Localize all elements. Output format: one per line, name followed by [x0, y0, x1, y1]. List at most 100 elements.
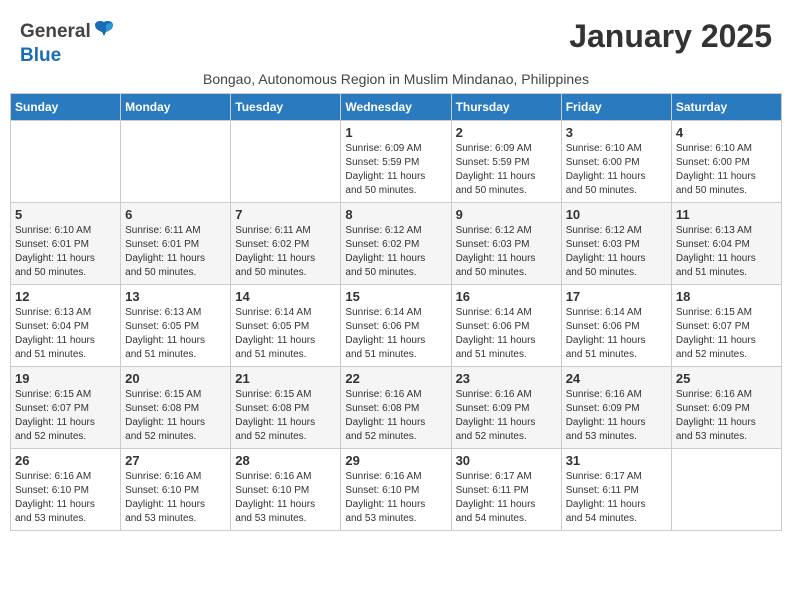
day-number: 1	[345, 125, 446, 140]
week-row-5: 26 Sunrise: 6:16 AMSunset: 6:10 PMDayligh…	[11, 449, 782, 531]
calendar-cell: 21 Sunrise: 6:15 AMSunset: 6:08 PMDayligh…	[231, 367, 341, 449]
day-number: 22	[345, 371, 446, 386]
calendar-cell: 15Sunrise: 6:14 AMSunset: 6:06 PMDayligh…	[341, 285, 451, 367]
day-number: 5	[15, 207, 116, 222]
day-info: Sunrise: 6:14 AMSunset: 6:06 PMDaylight:…	[566, 306, 667, 362]
day-number: 21	[235, 371, 336, 386]
calendar-cell: 2 Sunrise: 6:09 AMSunset: 5:59 PMDaylight…	[451, 121, 561, 203]
calendar-cell: 16Sunrise: 6:14 AMSunset: 6:06 PMDayligh…	[451, 285, 561, 367]
day-info: Sunrise: 6:13 AMSunset: 6:04 PMDaylight:…	[15, 306, 116, 362]
calendar-cell: 8 Sunrise: 6:12 AMSunset: 6:02 PMDaylight…	[341, 203, 451, 285]
day-header-sunday: Sunday	[11, 94, 121, 121]
week-row-1: 1 Sunrise: 6:09 AMSunset: 5:59 PMDaylight…	[11, 121, 782, 203]
day-info: Sunrise: 6:16 AMSunset: 6:10 PMDaylight:…	[15, 470, 116, 526]
day-number: 23	[456, 371, 557, 386]
calendar-cell: 22Sunrise: 6:16 AMSunset: 6:08 PMDayligh…	[341, 367, 451, 449]
day-info: Sunrise: 6:10 AMSunset: 6:00 PMDaylight:…	[566, 142, 667, 198]
logo-blue: Blue	[20, 45, 61, 66]
days-row: SundayMondayTuesdayWednesdayThursdayFrid…	[11, 94, 782, 121]
day-info: Sunrise: 6:15 AMSunset: 6:08 PMDaylight:…	[235, 388, 336, 444]
calendar-cell: 4Sunrise: 6:10 AMSunset: 6:00 PMDaylight…	[671, 121, 781, 203]
day-header-friday: Friday	[561, 94, 671, 121]
day-number: 14	[235, 289, 336, 304]
calendar-cell: 23 Sunrise: 6:16 AMSunset: 6:09 PMDayligh…	[451, 367, 561, 449]
day-header-saturday: Saturday	[671, 94, 781, 121]
day-number: 3	[566, 125, 667, 140]
day-number: 8	[345, 207, 446, 222]
day-info: Sunrise: 6:12 AMSunset: 6:03 PMDaylight:…	[566, 224, 667, 280]
day-number: 25	[676, 371, 777, 386]
week-row-4: 19 Sunrise: 6:15 AMSunset: 6:07 PMDayligh…	[11, 367, 782, 449]
day-number: 4	[676, 125, 777, 140]
day-info: Sunrise: 6:13 AMSunset: 6:05 PMDaylight:…	[125, 306, 226, 362]
calendar-cell: 13 Sunrise: 6:13 AMSunset: 6:05 PMDayligh…	[121, 285, 231, 367]
day-number: 30	[456, 453, 557, 468]
day-number: 26	[15, 453, 116, 468]
day-info: Sunrise: 6:15 AMSunset: 6:07 PMDaylight:…	[15, 388, 116, 444]
calendar-cell: 1 Sunrise: 6:09 AMSunset: 5:59 PMDaylight…	[341, 121, 451, 203]
day-info: Sunrise: 6:17 AMSunset: 6:11 PMDaylight:…	[456, 470, 557, 526]
day-info: Sunrise: 6:14 AMSunset: 6:05 PMDaylight:…	[235, 306, 336, 362]
calendar-cell: 19 Sunrise: 6:15 AMSunset: 6:07 PMDayligh…	[11, 367, 121, 449]
day-info: Sunrise: 6:15 AMSunset: 6:08 PMDaylight:…	[125, 388, 226, 444]
calendar-cell: 24Sunrise: 6:16 AMSunset: 6:09 PMDayligh…	[561, 367, 671, 449]
day-info: Sunrise: 6:10 AMSunset: 6:01 PMDaylight:…	[15, 224, 116, 280]
calendar-cell: 25 Sunrise: 6:16 AMSunset: 6:09 PMDayligh…	[671, 367, 781, 449]
calendar-cell: 17 Sunrise: 6:14 AMSunset: 6:06 PMDayligh…	[561, 285, 671, 367]
calendar-cell: 3 Sunrise: 6:10 AMSunset: 6:00 PMDaylight…	[561, 121, 671, 203]
day-number: 24	[566, 371, 667, 386]
calendar-cell: 6Sunrise: 6:11 AMSunset: 6:01 PMDaylight…	[121, 203, 231, 285]
calendar-cell: 11Sunrise: 6:13 AMSunset: 6:04 PMDayligh…	[671, 203, 781, 285]
calendar-cell: 14 Sunrise: 6:14 AMSunset: 6:05 PMDayligh…	[231, 285, 341, 367]
calendar-cell: 29 Sunrise: 6:16 AMSunset: 6:10 PMDayligh…	[341, 449, 451, 531]
title-section: January 2025	[569, 18, 772, 55]
day-info: Sunrise: 6:17 AMSunset: 6:11 PMDaylight:…	[566, 470, 667, 526]
calendar-body: 1 Sunrise: 6:09 AMSunset: 5:59 PMDaylight…	[11, 121, 782, 531]
calendar-cell: 27Sunrise: 6:16 AMSunset: 6:10 PMDayligh…	[121, 449, 231, 531]
day-number: 11	[676, 207, 777, 222]
calendar-subtitle: Bongao, Autonomous Region in Muslim Mind…	[10, 71, 782, 87]
day-number: 29	[345, 453, 446, 468]
day-header-monday: Monday	[121, 94, 231, 121]
logo: General Blue	[20, 18, 115, 67]
day-number: 31	[566, 453, 667, 468]
day-info: Sunrise: 6:16 AMSunset: 6:10 PMDaylight:…	[235, 470, 336, 526]
week-row-3: 12Sunrise: 6:13 AMSunset: 6:04 PMDayligh…	[11, 285, 782, 367]
logo-general: General	[20, 21, 91, 43]
day-info: Sunrise: 6:11 AMSunset: 6:02 PMDaylight:…	[235, 224, 336, 280]
day-number: 7	[235, 207, 336, 222]
day-number: 2	[456, 125, 557, 140]
day-number: 27	[125, 453, 226, 468]
day-number: 19	[15, 371, 116, 386]
day-header-thursday: Thursday	[451, 94, 561, 121]
calendar-header: SundayMondayTuesdayWednesdayThursdayFrid…	[11, 94, 782, 121]
calendar-cell: 9 Sunrise: 6:12 AMSunset: 6:03 PMDaylight…	[451, 203, 561, 285]
day-info: Sunrise: 6:09 AMSunset: 5:59 PMDaylight:…	[456, 142, 557, 198]
calendar-table: SundayMondayTuesdayWednesdayThursdayFrid…	[10, 93, 782, 531]
calendar-cell: 31 Sunrise: 6:17 AMSunset: 6:11 PMDayligh…	[561, 449, 671, 531]
logo-bird-icon	[93, 18, 115, 45]
day-number: 6	[125, 207, 226, 222]
month-title: January 2025	[569, 18, 772, 55]
calendar-cell: 26 Sunrise: 6:16 AMSunset: 6:10 PMDayligh…	[11, 449, 121, 531]
page-header: General Blue January 2025	[10, 10, 782, 67]
day-number: 17	[566, 289, 667, 304]
calendar-cell: 7 Sunrise: 6:11 AMSunset: 6:02 PMDaylight…	[231, 203, 341, 285]
day-info: Sunrise: 6:16 AMSunset: 6:10 PMDaylight:…	[345, 470, 446, 526]
day-number: 18	[676, 289, 777, 304]
day-number: 13	[125, 289, 226, 304]
day-number: 9	[456, 207, 557, 222]
day-info: Sunrise: 6:09 AMSunset: 5:59 PMDaylight:…	[345, 142, 446, 198]
day-header-wednesday: Wednesday	[341, 94, 451, 121]
day-number: 16	[456, 289, 557, 304]
day-info: Sunrise: 6:14 AMSunset: 6:06 PMDaylight:…	[345, 306, 446, 362]
calendar-cell: 20 Sunrise: 6:15 AMSunset: 6:08 PMDayligh…	[121, 367, 231, 449]
day-info: Sunrise: 6:12 AMSunset: 6:02 PMDaylight:…	[345, 224, 446, 280]
day-info: Sunrise: 6:16 AMSunset: 6:09 PMDaylight:…	[456, 388, 557, 444]
day-info: Sunrise: 6:16 AMSunset: 6:09 PMDaylight:…	[676, 388, 777, 444]
calendar-cell: 18Sunrise: 6:15 AMSunset: 6:07 PMDayligh…	[671, 285, 781, 367]
calendar-cell: 28Sunrise: 6:16 AMSunset: 6:10 PMDayligh…	[231, 449, 341, 531]
day-info: Sunrise: 6:12 AMSunset: 6:03 PMDaylight:…	[456, 224, 557, 280]
calendar-cell: 30 Sunrise: 6:17 AMSunset: 6:11 PMDayligh…	[451, 449, 561, 531]
day-number: 20	[125, 371, 226, 386]
